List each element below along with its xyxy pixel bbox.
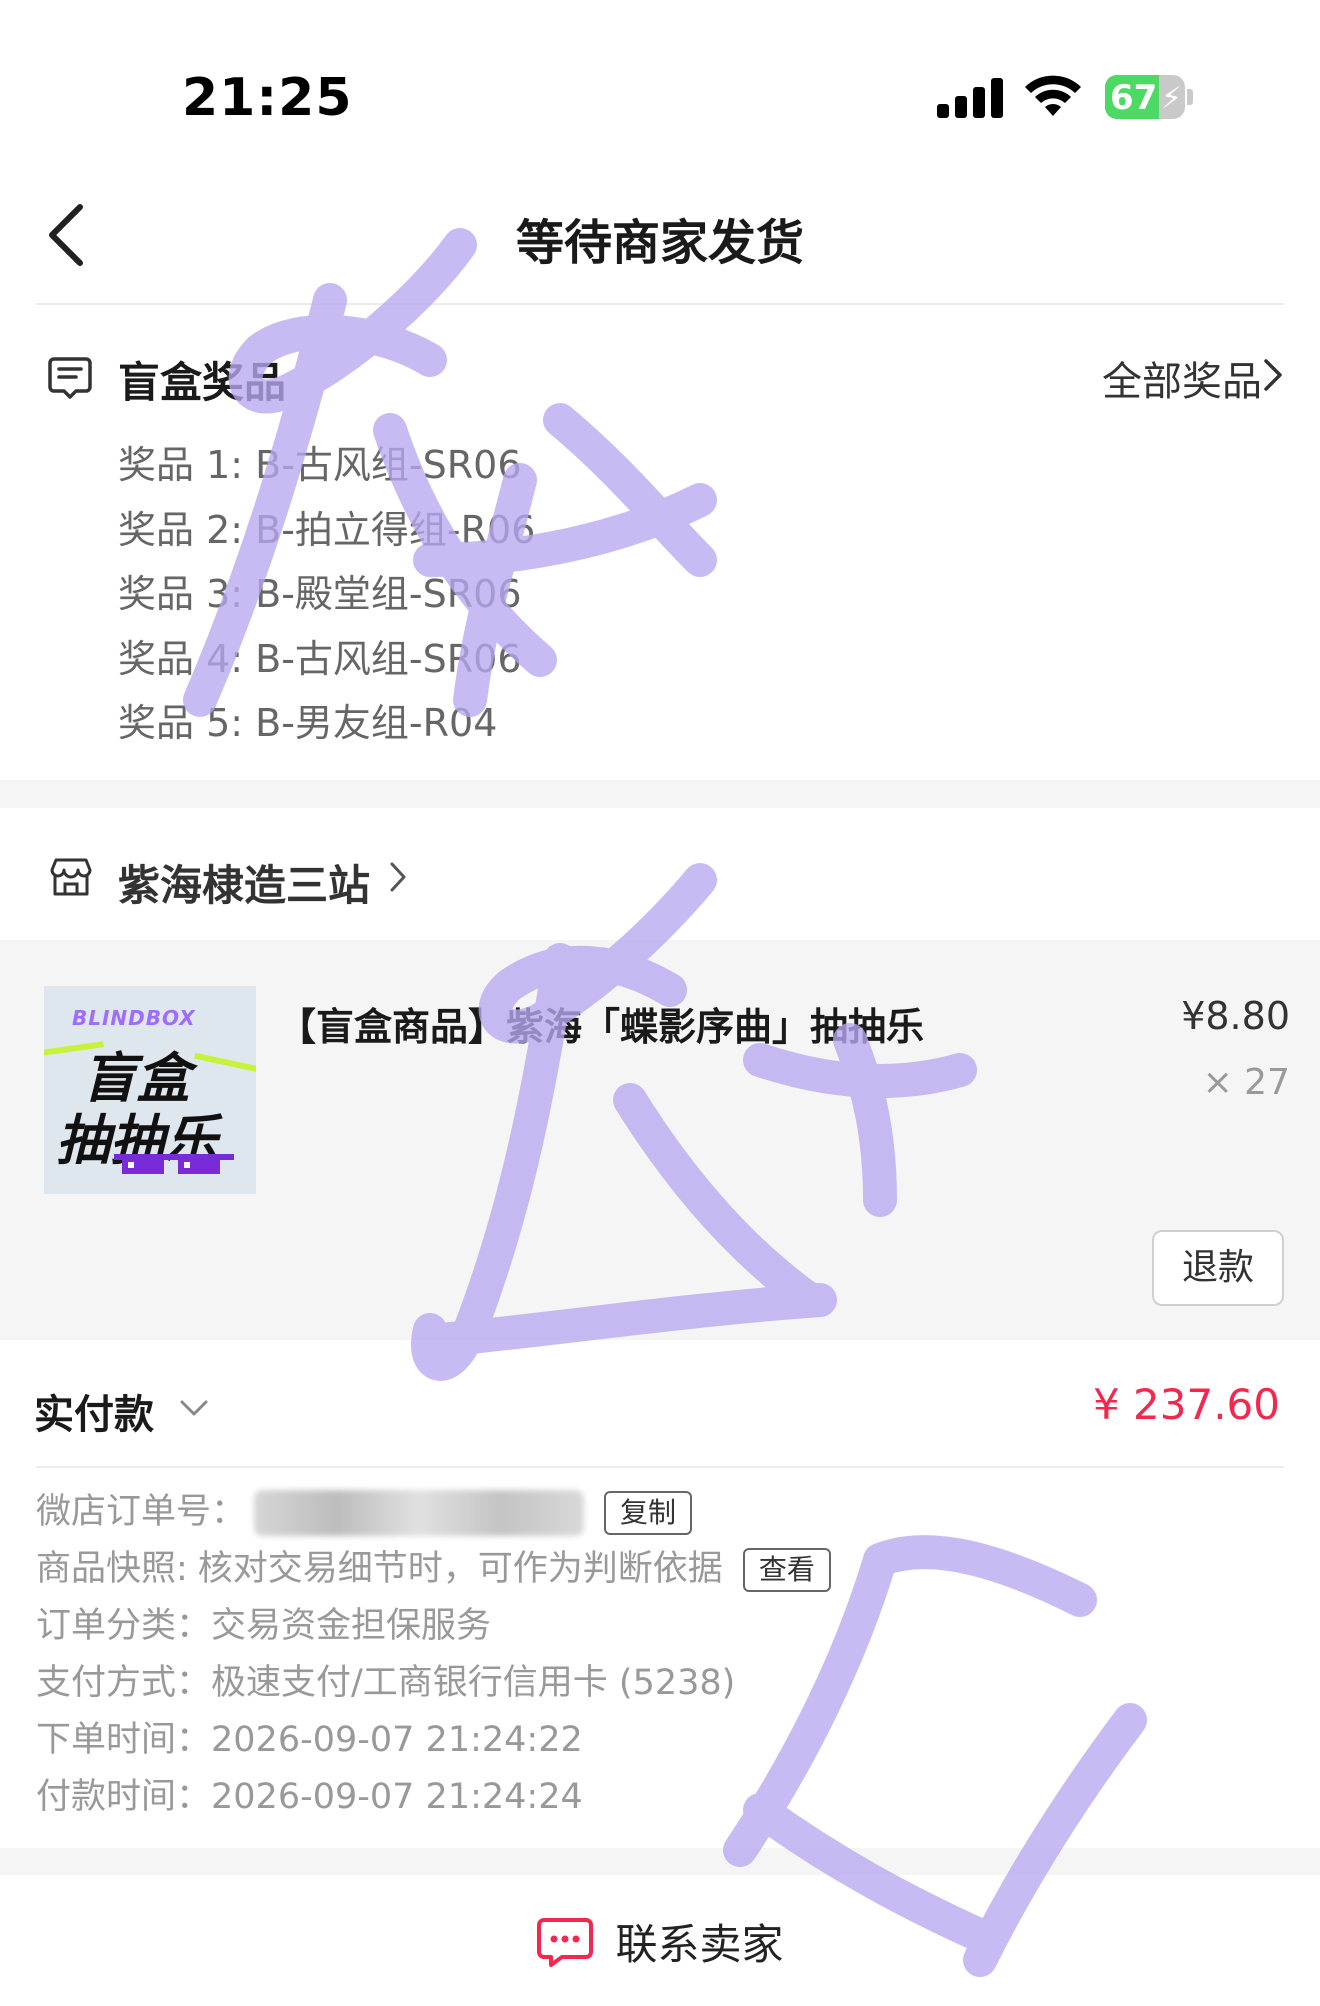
order-card: 紫海棣造三站 BLINDBOX 盲盒 抽抽乐 【盲盒商品】紫海「蝶影序曲」抽抽乐…	[0, 808, 1320, 1848]
prize-list: 奖品 1: B-古风组-SR06 奖品 2: B-拍立得组-R06 奖品 3: …	[118, 433, 535, 756]
order-info-list: 微店订单号： 复制 商品快照: 核对交易细节时，可作为判断依据 查看 订单分类：交易资…	[36, 1484, 831, 1826]
payment-method-row: 支付方式：极速支付/工商银行信用卡 (5238)	[36, 1655, 831, 1712]
wifi-icon	[1025, 75, 1081, 116]
divider	[36, 1466, 1284, 1468]
payment-method-value: 极速支付/工商银行信用卡 (5238)	[211, 1663, 736, 1703]
refund-button[interactable]: 退款	[1152, 1230, 1284, 1306]
redacted-order-number	[254, 1490, 585, 1536]
status-time: 21:25	[182, 68, 353, 128]
shop-name[interactable]: 紫海棣造三站	[118, 852, 370, 913]
bottom-action-bar: 联系卖家	[0, 1875, 1320, 2006]
order-time-value: 2026-09-07 21:24:22	[211, 1720, 583, 1760]
paid-amount-row[interactable]: 实付款 ¥ 237.60	[0, 1340, 1320, 1468]
prize-item: 奖品 3: B-殿堂组-SR06	[118, 572, 522, 616]
order-number-row: 微店订单号： 复制	[36, 1484, 831, 1541]
order-time-label: 下单时间：	[36, 1720, 212, 1760]
cellular-signal-icon	[937, 76, 1003, 118]
payment-method-label: 支付方式：	[36, 1663, 212, 1703]
chat-bubble-icon[interactable]	[536, 1916, 594, 1968]
shop-row[interactable]: 紫海棣造三站	[0, 808, 1320, 940]
contact-seller-label[interactable]: 联系卖家	[616, 1911, 784, 1972]
battery-percent: 67	[1110, 78, 1158, 118]
prize-item: 奖品 4: B-古风组-SR06	[118, 636, 522, 681]
all-prizes-link[interactable]: 全部奖品	[1102, 349, 1262, 407]
category-row: 订单分类：交易资金担保服务	[36, 1598, 831, 1655]
storefront-icon	[50, 858, 92, 896]
navigation-header: 等待商家发货	[0, 165, 1320, 305]
thumb-brand: BLINDBOX	[72, 1006, 196, 1030]
blind-box-prizes-card: 盲盒奖品 全部奖品 奖品 1: B-古风组-SR06 奖品 2: B-拍立得组-…	[0, 305, 1320, 780]
receipt-chat-icon	[48, 357, 92, 399]
product-name[interactable]: 【盲盒商品】紫海「蝶影序曲」抽抽乐	[278, 996, 924, 1051]
payment-time-row: 付款时间：2026-09-07 21:24:24	[36, 1769, 831, 1826]
view-snapshot-button[interactable]: 查看	[742, 1548, 831, 1592]
payment-time-label: 付款时间：	[36, 1777, 212, 1817]
order-time-row: 下单时间：2026-09-07 21:24:22	[36, 1712, 831, 1769]
product-price: ¥8.80	[1181, 994, 1290, 1038]
order-number-label: 微店订单号：	[36, 1492, 247, 1532]
prize-item: 奖品 2: B-拍立得组-R06	[118, 507, 536, 552]
prize-section-title: 盲盒奖品	[118, 358, 287, 407]
snapshot-value: 核对交易细节时，可作为判断依据	[197, 1549, 723, 1589]
snapshot-row: 商品快照: 核对交易细节时，可作为判断依据 查看	[36, 1541, 831, 1598]
status-bar: 21:25 67 ⚡	[0, 0, 1320, 165]
category-value: 交易资金担保服务	[211, 1606, 492, 1646]
chevron-right-icon[interactable]	[388, 860, 408, 894]
product-thumbnail[interactable]: BLINDBOX 盲盒 抽抽乐	[44, 986, 256, 1194]
page-title: 等待商家发货	[515, 215, 804, 271]
charging-bolt-icon: ⚡	[1161, 81, 1183, 116]
product-quantity: × 27	[1202, 1062, 1290, 1103]
category-label: 订单分类：	[36, 1606, 212, 1646]
pixel-sunglasses-icon	[114, 1154, 234, 1174]
product-item[interactable]: BLINDBOX 盲盒 抽抽乐 【盲盒商品】紫海「蝶影序曲」抽抽乐 ¥8.80 …	[0, 940, 1320, 1340]
paid-amount: ¥ 237.60	[1092, 1380, 1280, 1429]
chevron-down-icon[interactable]	[178, 1398, 210, 1418]
snapshot-label: 商品快照:	[36, 1549, 188, 1589]
copy-button[interactable]: 复制	[604, 1491, 693, 1535]
prize-item: 奖品 1: B-古风组-SR06	[118, 443, 522, 487]
prize-item: 奖品 5: B-男友组-R04	[118, 701, 498, 745]
chevron-right-icon[interactable]	[1260, 357, 1284, 393]
contact-seller-button[interactable]: 联系卖家	[0, 1911, 1320, 1972]
battery-indicator: 67 ⚡	[1105, 75, 1193, 119]
paid-label[interactable]: 实付款	[34, 1382, 154, 1440]
payment-time-value: 2026-09-07 21:24:24	[211, 1777, 583, 1817]
